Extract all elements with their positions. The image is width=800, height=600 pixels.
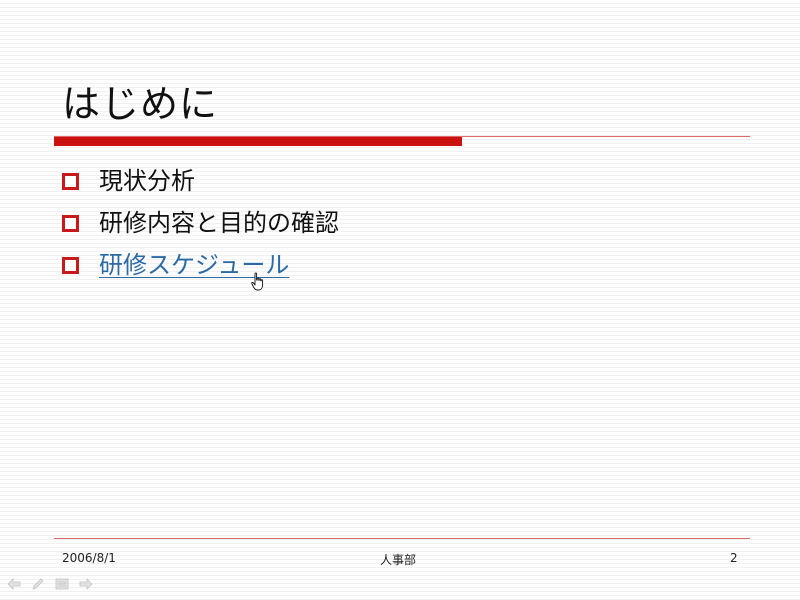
slide-title: はじめに	[62, 82, 219, 126]
bullet-item-current-analysis: 現状分析	[62, 160, 339, 202]
footer-date: 2006/8/1	[62, 551, 116, 565]
pen-icon[interactable]	[30, 576, 46, 592]
next-arrow-icon[interactable]	[78, 576, 94, 592]
bullet-text: 現状分析	[99, 167, 195, 195]
menu-icon[interactable]	[54, 576, 70, 592]
bullet-item-training-content: 研修内容と目的の確認	[62, 202, 339, 244]
footer-divider	[54, 538, 750, 539]
square-bullet-icon	[62, 256, 79, 274]
title-underline-thick	[54, 137, 462, 146]
previous-arrow-icon[interactable]	[6, 576, 22, 592]
slide: はじめに 現状分析 研修内容と目的の確認 研修スケジュール 2006/8/1 人…	[0, 0, 800, 600]
bullet-text: 研修内容と目的の確認	[99, 209, 339, 237]
square-bullet-icon	[62, 172, 79, 190]
hand-pointer-icon	[251, 272, 264, 291]
slide-number: 2	[730, 551, 738, 565]
bullet-list: 現状分析 研修内容と目的の確認 研修スケジュール	[62, 160, 339, 286]
square-bullet-icon	[62, 214, 79, 232]
footer-department: 人事部	[380, 553, 417, 567]
slideshow-nav-controls	[6, 576, 94, 592]
bullet-item-training-schedule[interactable]: 研修スケジュール	[62, 244, 339, 286]
